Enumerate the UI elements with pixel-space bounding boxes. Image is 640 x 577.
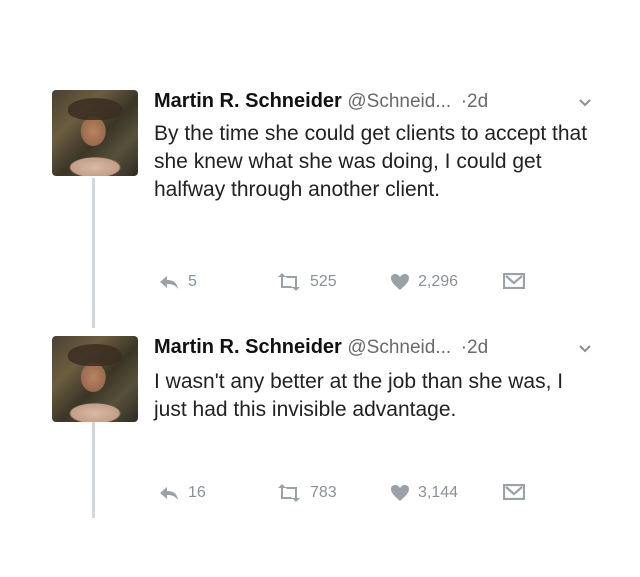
chevron-down-icon[interactable] xyxy=(577,340,593,361)
like-icon xyxy=(390,273,410,291)
display-name[interactable]: Martin R. Schneider xyxy=(154,336,342,358)
retweet-button[interactable]: 783 xyxy=(276,484,337,502)
reply-count: 5 xyxy=(188,273,197,290)
retweet-icon xyxy=(276,484,302,502)
thread-line xyxy=(92,178,95,328)
tweet-header: Martin R. Schneider @Schneid... ·2d xyxy=(154,336,488,359)
direct-message-button[interactable] xyxy=(503,273,525,289)
like-button[interactable]: 3,144 xyxy=(390,484,458,502)
reply-button[interactable]: 16 xyxy=(158,484,206,502)
tweet-header: Martin R. Schneider @Schneid... ·2d xyxy=(154,90,488,113)
direct-message-icon xyxy=(503,484,525,500)
reply-button[interactable]: 5 xyxy=(158,273,197,291)
timestamp[interactable]: ·2d xyxy=(461,337,488,358)
reply-icon xyxy=(158,484,180,502)
reply-count: 16 xyxy=(188,484,206,501)
timestamp[interactable]: ·2d xyxy=(461,91,488,112)
chevron-down-icon[interactable] xyxy=(577,94,593,115)
avatar[interactable] xyxy=(52,90,138,176)
direct-message-button[interactable] xyxy=(503,484,525,500)
reply-icon xyxy=(158,273,180,291)
avatar[interactable] xyxy=(52,336,138,422)
like-count: 3,144 xyxy=(418,484,459,501)
retweet-icon xyxy=(276,273,302,291)
direct-message-icon xyxy=(503,273,525,289)
tweet-text: I wasn't any better at the job than she … xyxy=(154,370,564,421)
like-count: 2,296 xyxy=(418,273,459,290)
user-handle[interactable]: @Schneid... xyxy=(347,337,451,358)
like-button[interactable]: 2,296 xyxy=(390,273,458,291)
like-icon xyxy=(390,484,410,502)
retweet-button[interactable]: 525 xyxy=(276,273,337,291)
user-handle[interactable]: @Schneid... xyxy=(347,91,451,112)
retweet-count: 525 xyxy=(310,273,337,290)
tweet-actions: 5 525 2,296 xyxy=(158,273,558,297)
tweet-actions: 16 783 3,144 xyxy=(158,484,558,508)
thread-line xyxy=(92,422,95,518)
display-name[interactable]: Martin R. Schneider xyxy=(154,90,342,112)
retweet-count: 783 xyxy=(310,484,337,501)
tweet-text: By the time she could get clients to acc… xyxy=(154,122,588,201)
